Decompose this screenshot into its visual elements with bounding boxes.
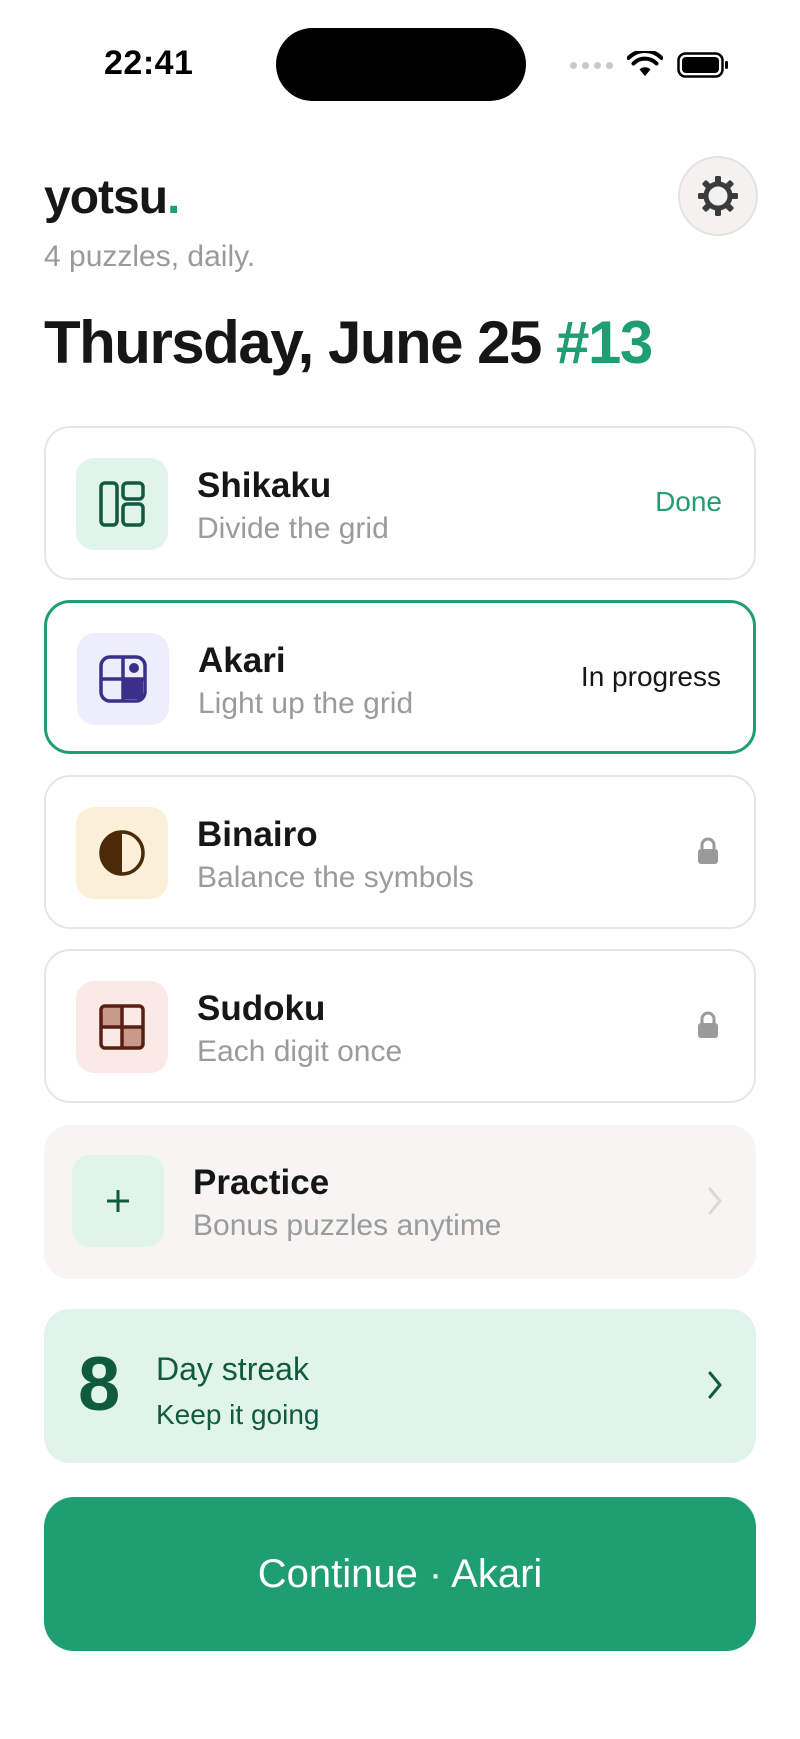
puzzle-subtitle: Light up the grid	[198, 687, 414, 720]
practice-title: Practice	[193, 1163, 330, 1202]
akari-icon	[77, 633, 169, 725]
status-label: Done	[655, 486, 722, 517]
puzzle-title: Sudoku	[197, 989, 326, 1028]
tagline: 4 puzzles, daily.	[44, 240, 256, 273]
battery-icon	[677, 52, 728, 78]
puzzle-title: Akari	[198, 641, 286, 680]
puzzle-title: Shikaku	[197, 466, 332, 505]
puzzle-card-sudoku[interactable]: Sudoku Each digit once	[44, 949, 756, 1103]
puzzle-title: Binairo	[197, 815, 318, 854]
chevron-right-icon	[708, 1371, 722, 1399]
practice-subtitle: Bonus puzzles anytime	[193, 1209, 502, 1242]
continue-button[interactable]: Continue · Akari	[44, 1497, 756, 1651]
shikaku-icon	[76, 458, 168, 550]
streak-title: Day streak	[156, 1351, 309, 1387]
puzzle-subtitle: Balance the symbols	[197, 861, 474, 894]
lock-icon	[698, 837, 718, 864]
cellular-signal-icon	[570, 61, 613, 69]
brand-logo: yotsu.	[44, 171, 180, 224]
sudoku-icon	[76, 981, 168, 1073]
dynamic-island	[276, 28, 526, 101]
gear-icon	[698, 176, 738, 216]
status-label: In progress	[580, 661, 721, 692]
status-indicators	[570, 48, 729, 82]
practice-card[interactable]: Practice Bonus puzzles anytime	[44, 1125, 756, 1279]
binairo-icon	[76, 807, 168, 899]
puzzle-card-akari[interactable]: Akari Light up the grid In progress	[44, 600, 756, 754]
puzzle-subtitle: Each digit once	[197, 1035, 403, 1068]
puzzle-card-shikaku[interactable]: Shikaku Divide the grid Done	[44, 426, 756, 580]
page-title: Thursday, June 25 #13	[44, 309, 653, 376]
streak-subtitle: Keep it going	[156, 1399, 320, 1430]
wifi-icon	[627, 51, 663, 76]
streak-card[interactable]: 8 Day streak Keep it going	[44, 1309, 756, 1463]
chevron-right-icon	[708, 1187, 722, 1215]
puzzle-subtitle: Divide the grid	[197, 512, 389, 545]
status-time: 22:41	[104, 44, 194, 82]
puzzle-number: #13	[556, 309, 653, 376]
lock-icon	[698, 1011, 718, 1038]
plus-icon	[72, 1155, 164, 1247]
settings-button[interactable]	[678, 156, 758, 236]
status-bar: 22:41	[0, 0, 800, 130]
streak-count: 8	[78, 1342, 121, 1427]
puzzle-card-binairo[interactable]: Binairo Balance the symbols	[44, 775, 756, 929]
